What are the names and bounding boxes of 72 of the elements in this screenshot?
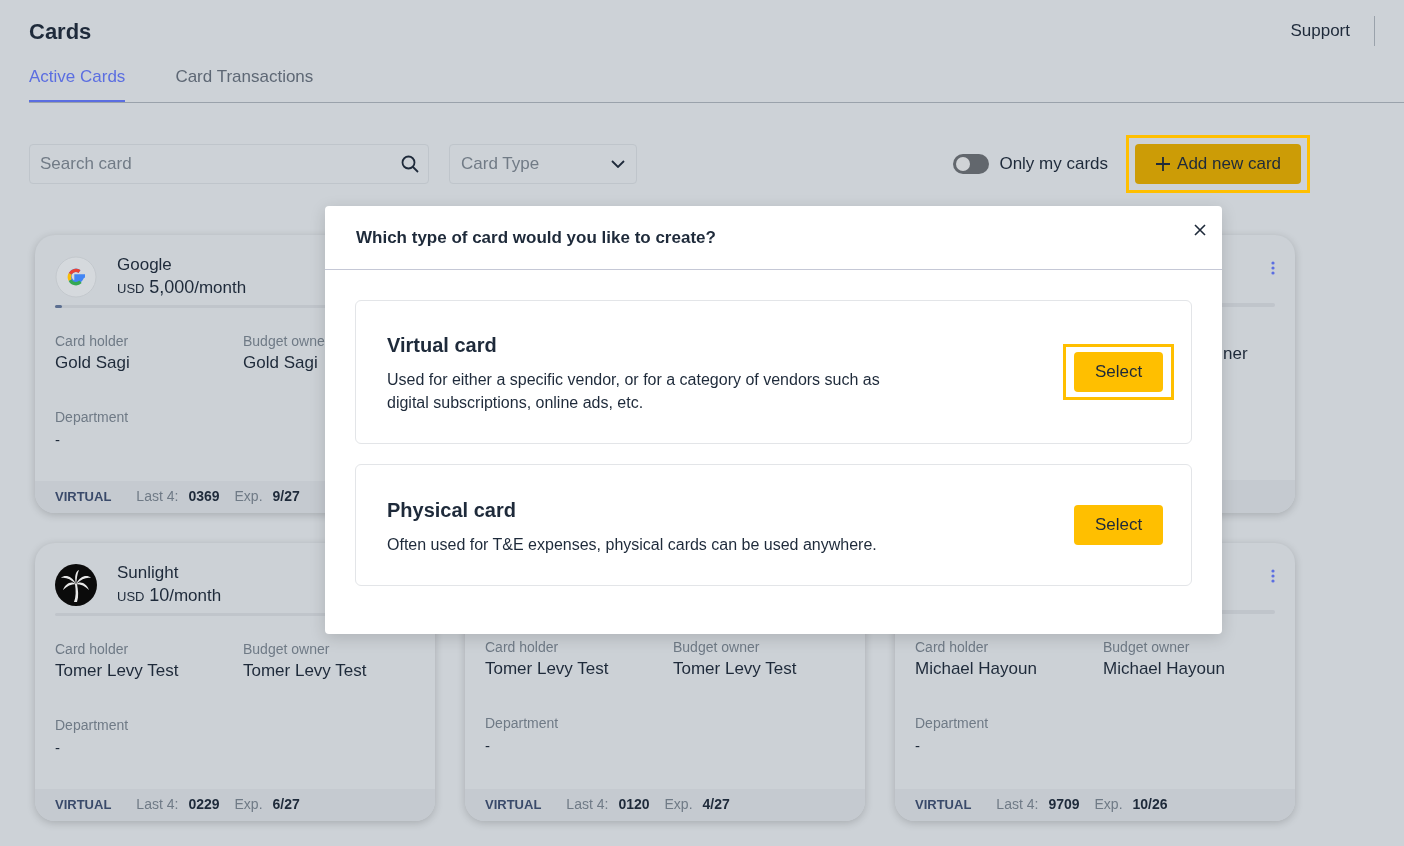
last4-value: 0120 xyxy=(618,795,650,815)
field-value: Tomer Levy Test xyxy=(55,660,180,683)
dialog-title: Which type of card would you like to create? xyxy=(356,226,716,249)
vendor-name: Sunlight xyxy=(117,561,180,584)
only-my-cards-toggle[interactable] xyxy=(953,153,990,174)
field-value: Tomer Levy Test xyxy=(673,658,798,681)
plus-icon xyxy=(1155,155,1172,172)
field-label: Department xyxy=(915,714,990,733)
expiry-value: 9/27 xyxy=(272,487,300,507)
expiry-value: 10/26 xyxy=(1132,795,1168,815)
last4-label: Last 4: xyxy=(136,487,179,507)
budget-progress-fill xyxy=(55,304,63,309)
field-label: Card holder xyxy=(55,640,130,659)
card-type-label: VIRTUAL xyxy=(55,488,112,507)
field-value: Tomer Levy Test xyxy=(243,660,368,683)
option-description: Used for either a specific vendor, or for a category of vendors such as digital subscriptions, online ads, etc. xyxy=(387,370,881,413)
field-value: - xyxy=(915,736,921,757)
more-options-icon[interactable] xyxy=(1271,260,1275,275)
select-button[interactable]: Select xyxy=(1074,505,1163,545)
more-options-icon[interactable] xyxy=(1271,568,1275,583)
field-label: Budget owner xyxy=(1103,638,1191,657)
field-label: Card holder xyxy=(55,332,130,351)
field-label: Department xyxy=(55,716,130,735)
expiry-value: 4/27 xyxy=(702,795,730,815)
budget-amount: USD 5,000/month xyxy=(117,275,247,299)
field-value: - xyxy=(55,738,61,759)
field-label: Department xyxy=(485,714,560,733)
field-label: Card holder xyxy=(485,638,560,657)
field-label: Department xyxy=(55,408,130,427)
field-value: Gold Sagi xyxy=(243,352,319,375)
last4-label: Last 4: xyxy=(136,795,179,815)
vendor-name: Google xyxy=(117,253,173,276)
field-value: ner xyxy=(1223,342,1249,365)
field-value: Gold Sagi xyxy=(55,352,131,375)
option-title: Virtual card xyxy=(387,333,498,358)
toggle-label: Only my cards xyxy=(999,152,1109,175)
tab[interactable]: Card Transactions xyxy=(175,64,314,102)
field-value: Michael Hayoun xyxy=(1103,658,1226,681)
palm-tree-logo-icon xyxy=(55,563,97,606)
last4-label: Last 4: xyxy=(566,795,609,815)
expiry-label: Exp. xyxy=(234,487,263,507)
search-icon xyxy=(401,154,419,173)
last4-value: 9709 xyxy=(1048,795,1080,815)
add-new-card-button[interactable]: Add new card xyxy=(1135,143,1301,184)
select-button[interactable]: Select xyxy=(1074,352,1163,392)
budget-amount: USD 10/month xyxy=(117,583,222,607)
field-label: Card holder xyxy=(915,638,990,657)
page-title: Cards xyxy=(29,17,92,46)
last4-value: 0229 xyxy=(188,795,220,815)
field-value: Tomer Levy Test xyxy=(485,658,610,681)
search-field[interactable]: Search card xyxy=(29,143,429,184)
card-type-label: VIRTUAL xyxy=(485,795,542,814)
card-type-label: VIRTUAL xyxy=(55,796,112,815)
option-description: Often used for T&E expenses, physical cards can be used anywhere. xyxy=(387,534,878,555)
g-logo-icon xyxy=(55,255,97,298)
field-value: Michael Hayoun xyxy=(915,658,1038,681)
support-link[interactable]: Support xyxy=(1290,18,1350,44)
last4-label: Last 4: xyxy=(996,795,1039,815)
field-value: - xyxy=(55,430,61,451)
field-label: Budget owner xyxy=(243,640,331,659)
last4-value: 0369 xyxy=(188,487,220,507)
expiry-label: Exp. xyxy=(664,795,693,815)
tab[interactable]: Active Cards xyxy=(29,64,126,102)
field-value: - xyxy=(485,736,491,757)
expiry-label: Exp. xyxy=(234,795,263,815)
expiry-value: 6/27 xyxy=(272,795,300,815)
field-label: Budget owner xyxy=(673,638,761,657)
option-title: Physical card xyxy=(387,497,517,523)
close-icon[interactable] xyxy=(1194,223,1206,236)
card-type-label: VIRTUAL xyxy=(915,795,972,814)
expiry-label: Exp. xyxy=(1094,795,1123,815)
chevron-down-icon xyxy=(611,159,625,168)
